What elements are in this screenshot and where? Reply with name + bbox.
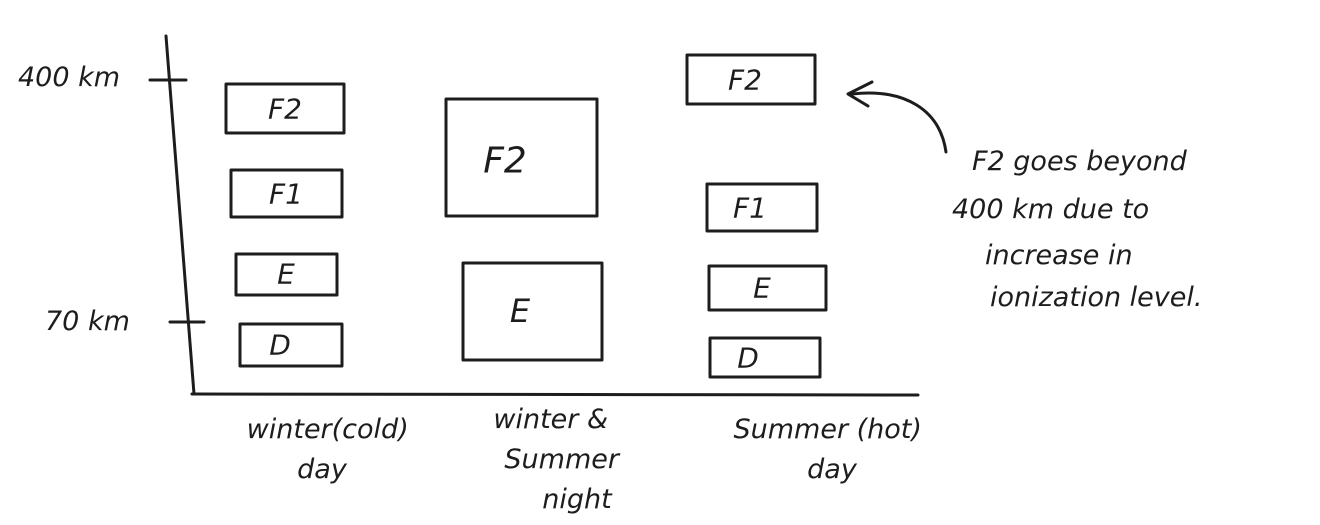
column-winter-summer-night: F2 E xyxy=(444,97,604,362)
layer-box-e xyxy=(461,261,604,362)
layer-label-d: D xyxy=(737,342,759,375)
layer-box-d xyxy=(708,336,822,379)
layer-label-f1: F1 xyxy=(733,192,767,225)
layer-label-e: E xyxy=(277,258,295,291)
annotation-note: F2 goes beyond 400 km due to increase in… xyxy=(952,146,1202,313)
layer-label-e: E xyxy=(753,272,771,305)
annotation-arrow-line xyxy=(850,91,948,154)
category-label-summer-day: Summer (hot) day xyxy=(733,414,930,485)
layer-box-d xyxy=(238,322,344,368)
tick-400km-label: 400 km xyxy=(18,62,120,93)
layer-label-f1: F1 xyxy=(269,178,303,211)
category-label-winter-summer-night: winter & Summer night xyxy=(493,404,627,515)
layer-label-f2: F2 xyxy=(268,93,302,126)
category-label-winter-day: winter(cold) day xyxy=(247,414,418,485)
y-axis-line xyxy=(164,34,196,396)
column-winter-day: F2 F1 E D xyxy=(224,82,346,368)
layer-label-e: E xyxy=(510,292,531,330)
layer-label-d: D xyxy=(269,329,291,362)
ionosphere-layers-diagram: 400 km 70 km F2 F1 E D F2 E F2 F1 E D wi… xyxy=(18,34,1202,515)
layer-label-f2: F2 xyxy=(483,141,527,182)
layer-label-f2: F2 xyxy=(728,64,762,97)
x-axis-line xyxy=(190,392,920,397)
column-summer-day: F2 F1 E D xyxy=(685,53,828,379)
tick-70km-label: 70 km xyxy=(45,306,130,337)
